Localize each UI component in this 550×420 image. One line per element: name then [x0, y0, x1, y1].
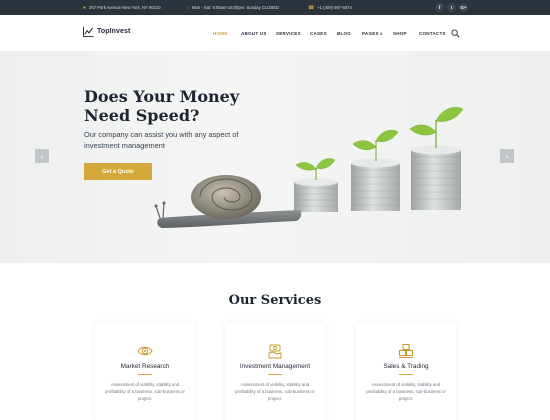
hero-subtitle: Our company can assist you with any aspe…: [84, 130, 239, 150]
google-plus-icon[interactable]: G+: [459, 3, 468, 12]
slider-prev-button[interactable]: ‹: [35, 149, 49, 163]
nav-home[interactable]: HOME: [213, 15, 228, 52]
nav-cases-label: CASES: [310, 31, 327, 36]
nav-shop[interactable]: SHOP: [393, 15, 407, 52]
service-card-title: Sales & Trading: [383, 363, 429, 370]
coin-stack-tall: [411, 145, 461, 210]
money-hand-icon: [268, 344, 282, 359]
phone-icon: ☎: [308, 4, 315, 11]
location-pin-icon: ●: [83, 4, 87, 11]
chevron-down-icon: ∨: [379, 31, 383, 36]
service-card-investment-management[interactable]: Investment Management Assessment of viab…: [225, 323, 325, 420]
nav-about-us[interactable]: ABOUT US: [241, 15, 267, 52]
nav-pages-label: PAGES: [362, 31, 379, 36]
nav-about-us-label: ABOUT US: [241, 31, 267, 36]
service-card-text: Assessment of viability, stability and p…: [105, 382, 185, 401]
nav-services[interactable]: SERVICES: [276, 15, 301, 52]
phone-info[interactable]: ☎ +1 (409) 987-5874: [308, 0, 352, 15]
service-card-title: Market Research: [120, 363, 170, 370]
services-heading: Our Services: [228, 293, 322, 308]
slider-next-button[interactable]: ›: [500, 149, 514, 163]
top-bar: ● 267 Park Avenue New York, NY 90210 ○ M…: [0, 0, 550, 15]
card-divider: [399, 374, 413, 375]
nav-services-label: SERVICES: [276, 31, 301, 36]
twitter-icon[interactable]: t: [447, 3, 456, 12]
nav-home-label: HOME: [213, 31, 228, 36]
coin-stack-medium: [351, 158, 400, 211]
site-header: TopInvest HOME ABOUT US SERVICES CASES B…: [0, 15, 550, 52]
card-divider: [268, 374, 282, 375]
service-card-sales-trading[interactable]: Sales & Trading Assessment of viability,…: [356, 323, 456, 420]
hero-image: [154, 107, 464, 228]
nav-blog[interactable]: BLOG: [337, 15, 351, 52]
logo-text: TopInvest: [97, 28, 131, 35]
eye-icon: [137, 346, 153, 356]
coin-stack-small: [294, 178, 338, 212]
nav-blog-label: BLOG: [337, 31, 352, 36]
nav-shop-label: SHOP: [393, 31, 407, 36]
service-card-text: Assessment of viability, stability and p…: [235, 382, 315, 401]
nav-contacts[interactable]: CONTACTS: [419, 15, 446, 52]
clock-icon: ○: [186, 4, 190, 11]
facebook-icon[interactable]: f: [435, 3, 444, 12]
nav-contacts-label: CONTACTS: [419, 31, 446, 36]
address-text: 267 Park Avenue New York, NY 90210: [89, 5, 161, 10]
hours-text: Mon - Sat: 9:00am-18:00pm. Sunday CLOSED: [192, 5, 280, 10]
snail: [154, 175, 302, 228]
hero-title: Does Your Money Need Speed?: [84, 87, 240, 125]
get-a-quote-button[interactable]: Get a Quote: [84, 163, 152, 180]
address-info: ● 267 Park Avenue New York, NY 90210: [83, 0, 161, 15]
card-divider: [138, 374, 152, 375]
nav-cases[interactable]: CASES: [310, 15, 327, 52]
service-card-title: Investment Management: [239, 363, 311, 370]
boxes-icon: [399, 344, 413, 358]
hero-slider: Does Your Money Need Speed? Our company …: [0, 52, 550, 263]
phone-text[interactable]: +1 (409) 987-5874: [317, 5, 352, 10]
logo-chart-icon: [83, 26, 94, 37]
get-a-quote-label: Get a Quote: [102, 168, 134, 175]
service-card-text: Assessment of viability, stability and p…: [366, 382, 446, 401]
logo[interactable]: TopInvest: [83, 26, 130, 37]
hours-info: ○ Mon - Sat: 9:00am-18:00pm. Sunday CLOS…: [186, 0, 279, 15]
service-card-market-research[interactable]: Market Research Assessment of viability,…: [95, 323, 195, 420]
search-icon[interactable]: [451, 29, 460, 38]
nav-pages[interactable]: PAGES ∨: [362, 15, 383, 52]
